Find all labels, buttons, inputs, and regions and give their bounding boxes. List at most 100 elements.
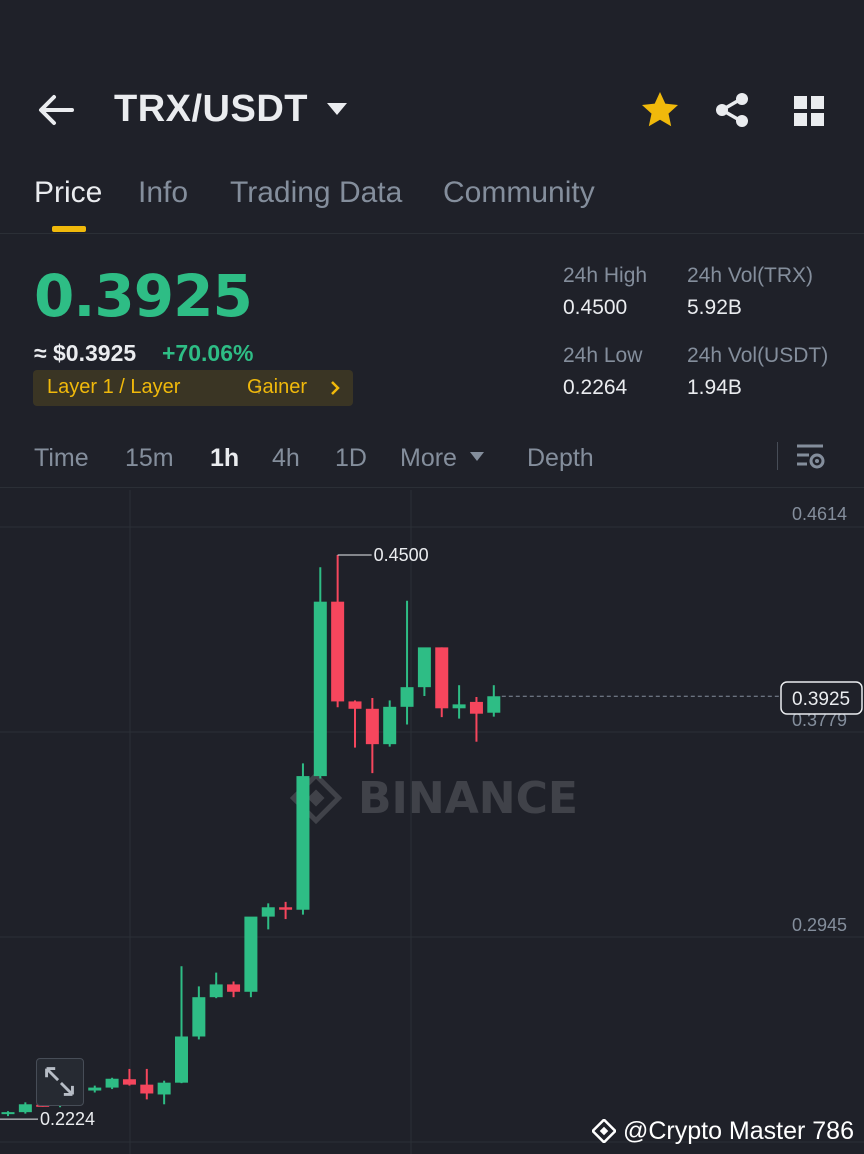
star-icon[interactable] [640,90,680,130]
tag-gainer[interactable]: Gainer [247,376,307,399]
vol-trx-value: 5.92B [687,296,742,319]
credit-text: @Crypto Master 786 [622,1117,854,1145]
candles [1,555,501,1117]
candle-body [469,701,483,714]
share-icon[interactable] [714,92,750,128]
current-price-tag: 0.3925 [780,681,863,715]
candle [244,916,258,998]
candle [227,981,241,998]
candle-body [157,1082,171,1095]
chart-markers: 0.4500 0.2224 [0,545,781,1129]
candle-body [452,704,466,709]
candle [383,700,397,747]
interval-1h[interactable]: 1h [210,444,239,473]
vol-usdt-label: 24h Vol(USDT) [687,344,829,367]
candle-body [348,701,362,709]
high-value: 0.4500 [563,296,628,319]
candle [105,1077,119,1090]
caret-down-icon[interactable] [470,452,484,462]
caret-down-icon[interactable] [326,102,348,116]
candle-body [1,1112,15,1115]
candle [175,966,188,1084]
candle-body [140,1084,154,1094]
interval-time[interactable]: Time [34,444,89,473]
tag-pill: Layer 1 / Layer Gainer [33,370,353,406]
price-label-low: 0.2945 [792,915,847,935]
current-price-label: 0.3925 [792,689,850,710]
candle [417,647,431,697]
candle-body [331,601,345,702]
tab-community[interactable]: Community [443,176,595,210]
candle-body [122,1079,136,1085]
active-tab-indicator [52,226,86,232]
chart-settings-icon[interactable] [794,440,826,472]
expand-icon [45,1067,74,1096]
interval-more[interactable]: More [400,444,457,473]
candle-body [175,1036,188,1083]
candle-body [313,601,327,777]
binance-logo-icon [590,1117,618,1145]
candle [365,697,379,774]
candle [261,903,275,930]
candle-body [192,997,206,1037]
tag-layer[interactable]: Layer 1 / Layer [47,376,180,399]
interval-4h[interactable]: 4h [272,444,300,473]
high-marker-label: 0.4500 [374,545,429,565]
candle-body [261,907,275,917]
candle [296,763,310,915]
low-value: 0.2264 [563,376,628,399]
candle [122,1068,136,1086]
candle-body [296,776,310,910]
candle-body [417,647,431,688]
tab-bar: Price Info Trading Data Community [0,172,864,234]
candle [1,1111,15,1117]
candle [469,696,483,742]
candle [435,647,449,718]
candle-body [227,984,241,992]
candle-body [279,907,293,910]
high-label: 24h High [563,264,648,287]
tab-info[interactable]: Info [138,176,188,210]
watermark-text: BINANCE [358,773,578,824]
candle-body [209,984,223,998]
tab-trading-data[interactable]: Trading Data [230,176,402,210]
candle [400,600,414,725]
interval-15m[interactable]: 15m [125,444,174,473]
candle-body [400,687,414,707]
candle [157,1080,171,1105]
candle [209,972,223,999]
binance-watermark: BINANCE [289,771,578,825]
candle-body [365,708,379,745]
candle [348,700,362,748]
candle [18,1102,32,1114]
interval-bar: Time 15m 1h 4h 1D More Depth [0,432,864,488]
candle [88,1085,102,1093]
candle [192,986,206,1040]
candlestick-chart[interactable]: BINANCE 0.45000.2224 0.4614 0.3779 0.294… [0,490,864,1154]
interval-1d[interactable]: 1D [335,444,367,473]
candle [487,685,501,717]
interval-divider [777,442,778,470]
interval-depth[interactable]: Depth [527,444,594,473]
candle-body [88,1087,102,1091]
low-marker-label: 0.2224 [40,1109,95,1129]
chevron-right-icon[interactable] [329,379,341,397]
candle [279,901,293,920]
last-price: 0.3925 [34,262,253,330]
candle-body [383,706,397,745]
tab-price[interactable]: Price [34,176,102,210]
price-label-top: 0.4614 [792,504,847,524]
pair-title[interactable]: TRX/USDT [114,88,308,131]
candle-body [244,916,258,992]
candle-body [105,1078,119,1088]
expand-chart-button[interactable] [36,1058,84,1106]
grid-icon[interactable] [792,94,826,128]
candle-body [18,1104,32,1113]
low-label: 24h Low [563,344,643,367]
change-percent: +70.06% [162,340,254,366]
candle [313,567,327,779]
arrow-left-icon[interactable] [36,92,76,128]
usd-price: ≈ $0.3925 [34,340,137,366]
candle [140,1068,154,1100]
vol-usdt-value: 1.94B [687,376,742,399]
